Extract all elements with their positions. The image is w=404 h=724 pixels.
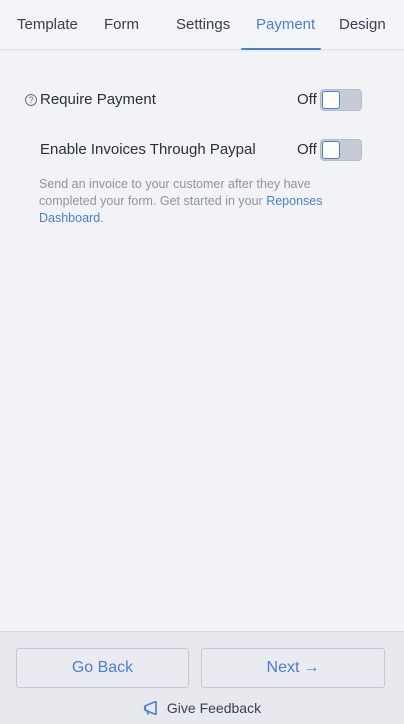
active-tab-indicator: [241, 48, 321, 50]
arrow-right-icon: →: [303, 659, 320, 676]
enable-invoices-state: Off: [297, 141, 317, 158]
tab-design[interactable]: Design: [339, 16, 386, 50]
megaphone-icon: [143, 701, 157, 715]
footer-bar: Go Back Next → Give Feedback: [0, 631, 404, 724]
enable-invoices-toggle[interactable]: [320, 139, 362, 161]
enable-invoices-row: Enable Invoices Through Paypal Off: [0, 137, 404, 165]
next-label: Next: [266, 659, 300, 676]
tab-payment[interactable]: Payment: [256, 16, 315, 50]
go-back-label: Go Back: [71, 659, 134, 676]
enable-invoices-label: Enable Invoices Through Paypal: [40, 141, 256, 158]
give-feedback-label: Give Feedback: [166, 700, 262, 716]
toggle-knob: [322, 141, 340, 159]
help-icon[interactable]: ?: [25, 94, 37, 106]
go-back-button[interactable]: Go Back: [16, 648, 189, 688]
tab-template[interactable]: Template: [17, 16, 78, 50]
tab-form[interactable]: Form: [104, 16, 139, 50]
invoice-description-end: .: [100, 211, 104, 225]
toggle-knob: [322, 91, 340, 109]
tab-settings[interactable]: Settings: [176, 16, 230, 50]
require-payment-toggle[interactable]: [320, 89, 362, 111]
invoice-description: Send an invoice to your customer after t…: [39, 176, 359, 227]
require-payment-label: Require Payment: [40, 91, 156, 108]
payment-settings-screen: Template Form Settings Payment Design ? …: [0, 0, 404, 724]
require-payment-row: ? Require Payment Off: [0, 87, 404, 115]
next-button[interactable]: Next →: [201, 648, 385, 688]
give-feedback-button[interactable]: Give Feedback: [0, 698, 404, 718]
require-payment-state: Off: [297, 91, 317, 108]
tab-bar: Template Form Settings Payment Design: [0, 0, 404, 50]
